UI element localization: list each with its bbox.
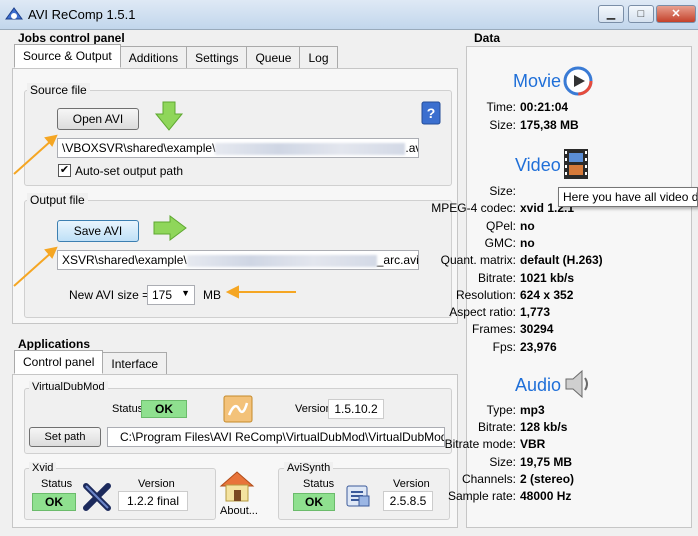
data-row-label: Sample rate:	[447, 489, 516, 503]
data-row: Fps: 23,976	[358, 340, 698, 357]
video-tooltip: Here you have all video da	[558, 187, 698, 207]
data-row-value: no	[520, 218, 535, 233]
speaker-icon	[563, 368, 591, 403]
data-row: Frames: 30294	[358, 322, 698, 339]
data-row-label: Size:	[489, 184, 516, 198]
data-row-value: 1,773	[520, 305, 551, 320]
xvid-version: 1.2.2 final	[118, 491, 188, 511]
data-row: Type: mp3	[358, 403, 698, 420]
film-strip-icon	[562, 148, 590, 183]
virtualdub-label: VirtualDubMod	[29, 381, 108, 393]
video-rows: Size: MPEG-4 codec: xvid 1.2.1 QPel: no GMC: n…	[358, 184, 698, 359]
data-row: Bitrate: 128 kb/s	[358, 420, 698, 437]
data-row-value: VBR	[520, 437, 546, 452]
data-row-value: 175,38 MB	[520, 117, 579, 132]
xvid-icon	[82, 482, 112, 515]
movie-heading: Movie	[513, 71, 562, 91]
data-row-label: GMC:	[484, 235, 516, 250]
movie-play-icon	[562, 66, 594, 99]
data-panel-title: Data	[474, 31, 501, 45]
tab-source-output[interactable]: Source & Output	[14, 44, 121, 68]
data-row: Resolution: 624 x 352	[358, 288, 698, 305]
video-heading: Video	[515, 155, 561, 175]
data-row-label: Size:	[489, 454, 516, 469]
audio-heading: Audio	[515, 375, 562, 395]
data-row-value: mp3	[520, 403, 545, 417]
data-row-label: Type:	[486, 403, 516, 417]
data-row: Channels: 2 (stereo)	[358, 472, 698, 489]
movie-rows: Time: 00:21:04 Size: 175,38 MB	[358, 100, 698, 140]
minimize-button[interactable]: ▁	[598, 5, 624, 23]
data-row-label: Bitrate:	[477, 420, 516, 435]
data-row-value: 2 (stereo)	[520, 471, 575, 486]
xvid-status-badge: OK	[32, 493, 76, 511]
virtualdub-status-label: Status	[112, 403, 144, 415]
tab-control-panel[interactable]: Control panel	[14, 350, 104, 374]
data-row-value: 48000 Hz	[520, 489, 572, 503]
data-row-value: 19,75 MB	[520, 454, 573, 469]
data-row-label: Bitrate mode:	[444, 437, 516, 452]
data-row: Bitrate mode: VBR	[358, 437, 698, 454]
applications-tabs: Control panel Interface	[14, 350, 168, 376]
data-row: Size: 19,75 MB	[358, 455, 698, 472]
avisynth-label: AviSynth	[284, 462, 334, 474]
tab-interface[interactable]: Interface	[102, 352, 168, 374]
data-row-label: Resolution:	[455, 287, 516, 302]
data-row-label: QPel:	[485, 218, 516, 233]
data-row-value: 128 kb/s	[520, 420, 568, 435]
virtualdub-version-label: Version	[295, 403, 332, 415]
set-path-button[interactable]: Set path	[29, 427, 101, 447]
data-row-label: Quant. matrix:	[440, 253, 516, 268]
data-row: GMC: no	[358, 236, 698, 253]
audio-rows: Type: mp3 Bitrate: 128 kb/s Bitrate mode: VBR…	[358, 403, 698, 508]
data-row-value: no	[520, 235, 535, 250]
data-row-label: Time:	[486, 100, 516, 114]
data-row: Sample rate: 48000 Hz	[358, 489, 698, 506]
xvid-label: Xvid	[29, 462, 57, 474]
data-row-label: Size:	[489, 117, 516, 132]
data-row-value: 30294	[520, 322, 554, 337]
data-row-label: Channels:	[461, 471, 516, 486]
data-row-value: 00:21:04	[520, 100, 569, 114]
house-icon[interactable]	[217, 468, 257, 507]
data-row-label: MPEG-4 codec:	[431, 201, 516, 216]
maximize-button[interactable]: □	[628, 5, 654, 23]
data-row: QPel: no	[358, 219, 698, 236]
data-row-label: Fps:	[492, 339, 516, 354]
data-row-label: Frames:	[471, 322, 516, 337]
virtualdub-status-badge: OK	[141, 400, 187, 418]
data-row: Aspect ratio: 1,773	[358, 305, 698, 322]
about-link[interactable]: About...	[220, 505, 258, 517]
data-row: Time: 00:21:04	[358, 100, 698, 117]
data-row-value: 624 x 352	[520, 287, 574, 302]
avisynth-status-label: Status	[303, 478, 335, 490]
data-row-label: Bitrate:	[477, 270, 516, 285]
xvid-version-label: Version	[138, 478, 175, 490]
data-row-value: 23,976	[520, 339, 557, 354]
xvid-status-label: Status	[41, 478, 73, 490]
data-row: Bitrate: 1021 kb/s	[358, 271, 698, 288]
data-row-label: Aspect ratio:	[449, 305, 516, 320]
close-button[interactable]: ✕	[656, 5, 696, 23]
virtualdub-icon	[223, 395, 253, 426]
avisynth-status-badge: OK	[293, 493, 335, 511]
data-row-value: default (H.263)	[520, 253, 603, 268]
data-row: Quant. matrix: default (H.263)	[358, 253, 698, 270]
data-row-value: 1021 kb/s	[520, 270, 575, 285]
data-row: Size: 175,38 MB	[358, 118, 698, 135]
applications-title: Applications	[18, 337, 91, 351]
